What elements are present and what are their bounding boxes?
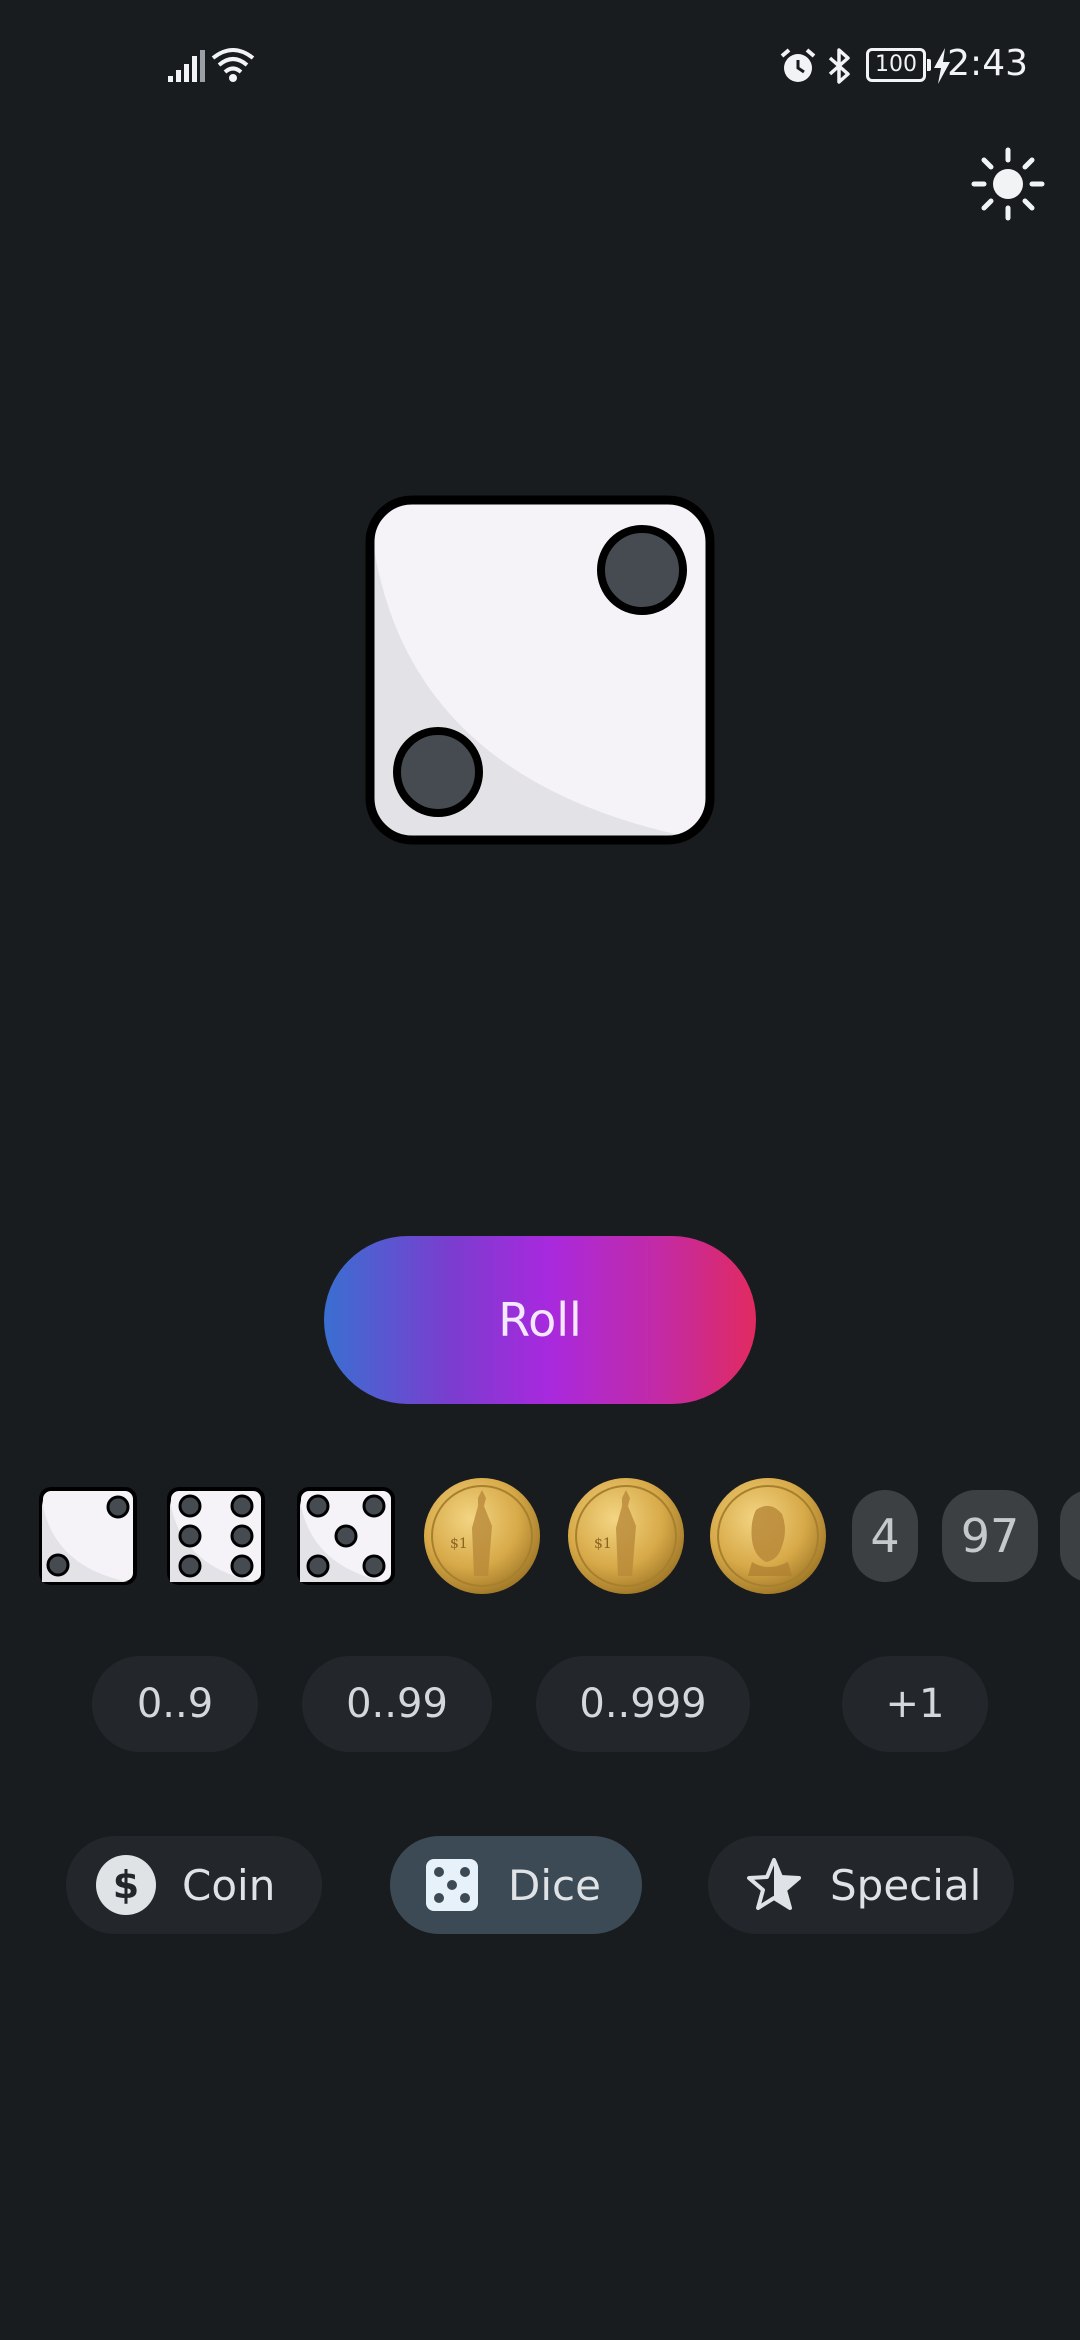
- history-item-partial[interactable]: [1060, 1490, 1080, 1582]
- signal-icon: [168, 50, 205, 82]
- range-chip-0-9[interactable]: 0..9: [92, 1656, 258, 1752]
- theme-toggle-button[interactable]: [968, 144, 1048, 224]
- roll-button[interactable]: Roll: [324, 1236, 756, 1404]
- dollar-icon: $: [94, 1853, 158, 1917]
- tab-special[interactable]: Special: [708, 1836, 1014, 1934]
- svg-text:$1: $1: [450, 1536, 468, 1552]
- history-number[interactable]: 97: [942, 1490, 1038, 1582]
- dice-icon: [420, 1853, 484, 1917]
- result-die: [365, 495, 715, 845]
- die-pip: [393, 727, 483, 817]
- die-pip: [597, 525, 687, 615]
- history-coin-heads[interactable]: [708, 1476, 828, 1596]
- history-die-2[interactable]: [38, 1486, 138, 1586]
- roll-button-label: Roll: [498, 1293, 582, 1347]
- status-time: 2:43: [947, 43, 1028, 84]
- range-chip-0-999[interactable]: 0..999: [536, 1656, 750, 1752]
- tab-coin-label: Coin: [182, 1860, 276, 1910]
- bluetooth-icon: [828, 48, 850, 84]
- star-icon: [742, 1853, 806, 1917]
- tab-coin[interactable]: $ Coin: [66, 1836, 322, 1934]
- tab-dice-label: Dice: [508, 1860, 601, 1910]
- tab-dice[interactable]: Dice: [390, 1836, 642, 1934]
- history-die-5[interactable]: [296, 1486, 396, 1586]
- alarm-icon: [780, 48, 816, 82]
- roll-history: $1 $1 4 97: [0, 1460, 1080, 1610]
- svg-text:$: $: [113, 1863, 139, 1907]
- wifi-icon: [211, 48, 255, 82]
- svg-text:$1: $1: [594, 1536, 612, 1552]
- increment-chip[interactable]: +1: [842, 1656, 988, 1752]
- sun-icon: [971, 147, 1045, 221]
- range-chip-0-99[interactable]: 0..99: [302, 1656, 492, 1752]
- history-coin-tails[interactable]: $1: [566, 1476, 686, 1596]
- history-number[interactable]: 4: [852, 1490, 918, 1582]
- tab-special-label: Special: [830, 1860, 982, 1910]
- battery-icon: 100: [866, 48, 931, 82]
- history-die-6[interactable]: [166, 1486, 266, 1586]
- history-coin-tails[interactable]: $1: [422, 1476, 542, 1596]
- status-bar: 100 2:43: [0, 0, 1080, 130]
